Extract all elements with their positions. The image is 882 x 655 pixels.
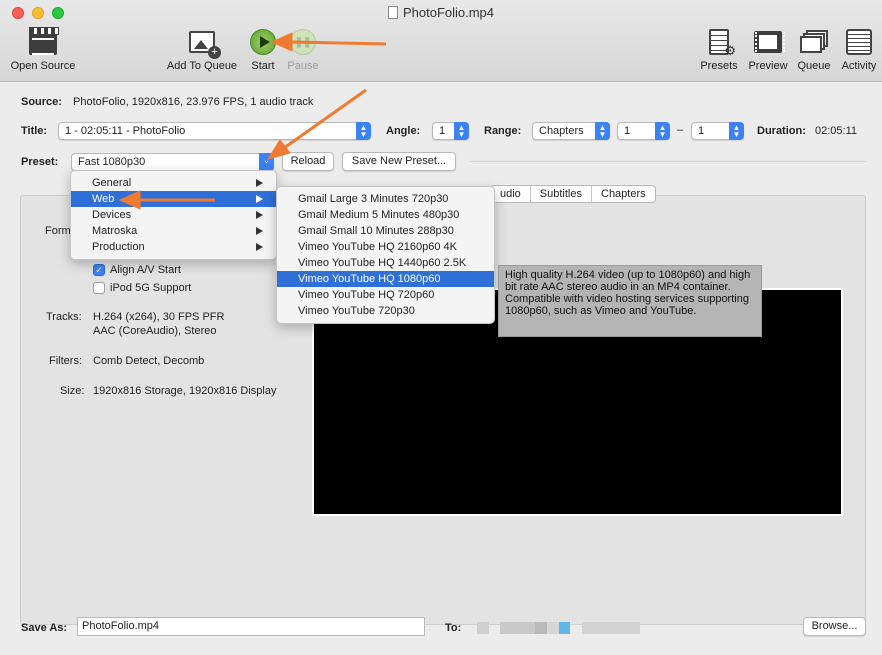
arrow-to-start (270, 32, 387, 52)
arrow-to-web (118, 190, 215, 210)
arrow-to-preset (266, 88, 367, 160)
annotation-arrows (118, 32, 387, 210)
handbrake-window: PhotoFolio.mp4 Open Source + Add To Queu… (0, 0, 882, 655)
